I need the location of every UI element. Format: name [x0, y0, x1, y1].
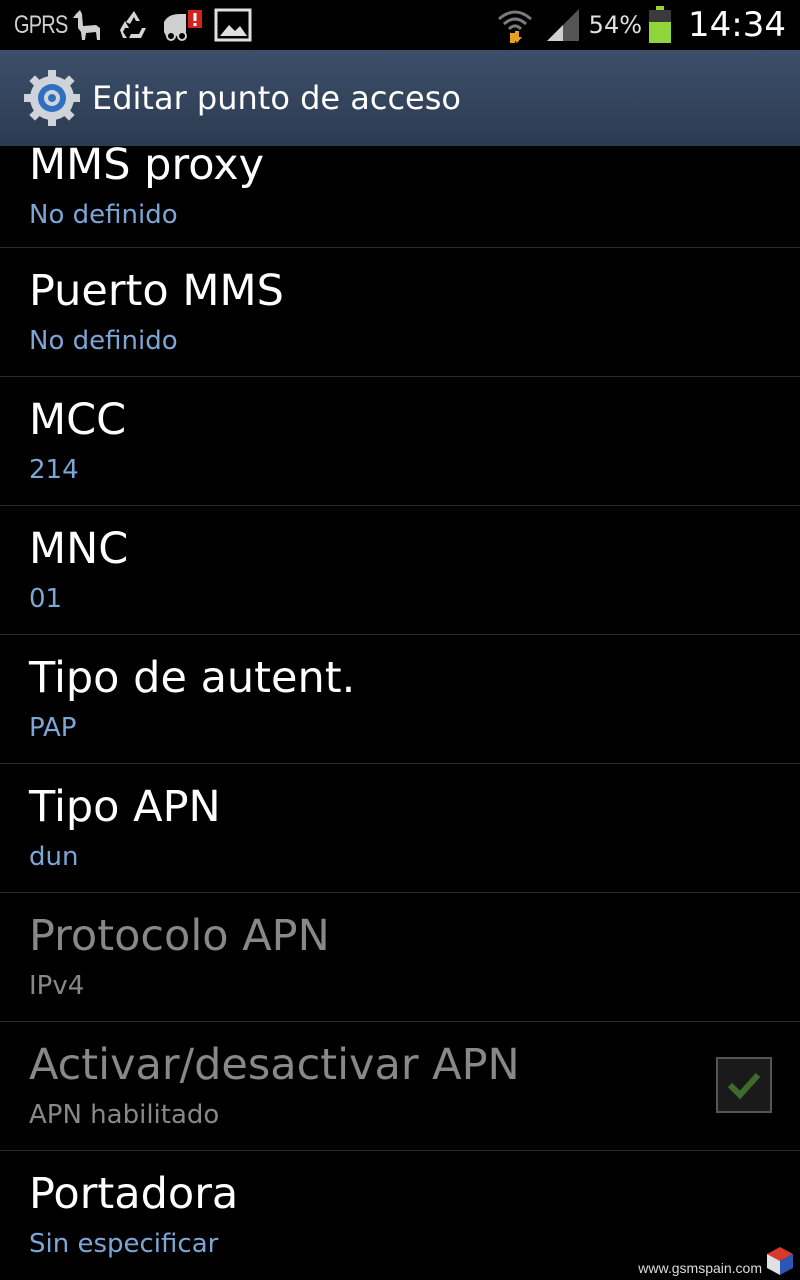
image-icon [214, 8, 252, 42]
list-item-mcc[interactable]: MCC 214 [0, 377, 800, 506]
truck-alert-icon [164, 10, 202, 41]
item-label: Tipo de autent. [29, 653, 356, 703]
clock: 14:34 [688, 5, 786, 45]
list-item-mms-proxy[interactable]: MMS proxy No definido [0, 140, 800, 248]
item-label: Puerto MMS [29, 266, 284, 316]
llama-icon [73, 10, 100, 40]
system-icons: 54% 14:34 [495, 0, 786, 50]
list-item-mnc[interactable]: MNC 01 [0, 506, 800, 635]
list-item-puerto-mms[interactable]: Puerto MMS No definido [0, 248, 800, 377]
item-label: Protocolo APN [29, 911, 330, 961]
list-item-protocolo-apn: Protocolo APN IPv4 [0, 893, 800, 1022]
settings-list: MMS proxy No definido Puerto MMS No defi… [0, 140, 800, 1279]
item-label: MNC [29, 524, 129, 574]
item-value: dun [29, 842, 79, 872]
checkmark-icon [727, 1072, 761, 1100]
wifi-icon [497, 10, 532, 43]
battery-percent: 54% [588, 11, 643, 39]
page-title: Editar punto de acceso [92, 79, 461, 117]
item-label: Portadora [29, 1169, 239, 1219]
item-value: Sin especificar [29, 1229, 219, 1259]
list-item-tipo-apn[interactable]: Tipo APN dun [0, 764, 800, 893]
item-label: MCC [29, 395, 127, 445]
network-type-label: GPRS [14, 10, 68, 39]
item-label: Tipo APN [29, 782, 221, 832]
item-value: 214 [29, 455, 79, 485]
item-value: APN habilitado [29, 1100, 220, 1130]
battery-icon [649, 6, 672, 43]
item-value: PAP [29, 713, 77, 743]
item-value: No definido [29, 200, 178, 230]
notification-icons: GPRS [14, 0, 252, 50]
cube-logo-icon [767, 1247, 793, 1275]
apn-enabled-checkbox [716, 1057, 772, 1113]
recycle-icon [120, 11, 146, 38]
signal-icon [546, 9, 579, 41]
item-label: MMS proxy [29, 140, 265, 190]
status-bar: GPRS 54% 14:34 [0, 0, 800, 50]
settings-gear-icon [24, 70, 80, 126]
title-bar: Editar punto de acceso [0, 50, 800, 146]
list-item-tipo-autent[interactable]: Tipo de autent. PAP [0, 635, 800, 764]
list-item-activar-apn: Activar/desactivar APN APN habilitado [0, 1022, 800, 1151]
item-value: 01 [29, 584, 63, 614]
item-value: IPv4 [29, 971, 85, 1001]
watermark-text: www.gsmspain.com [638, 1260, 762, 1276]
watermark: www.gsmspain.com [638, 1246, 794, 1276]
item-value: No definido [29, 326, 178, 356]
item-label: Activar/desactivar APN [29, 1040, 520, 1090]
